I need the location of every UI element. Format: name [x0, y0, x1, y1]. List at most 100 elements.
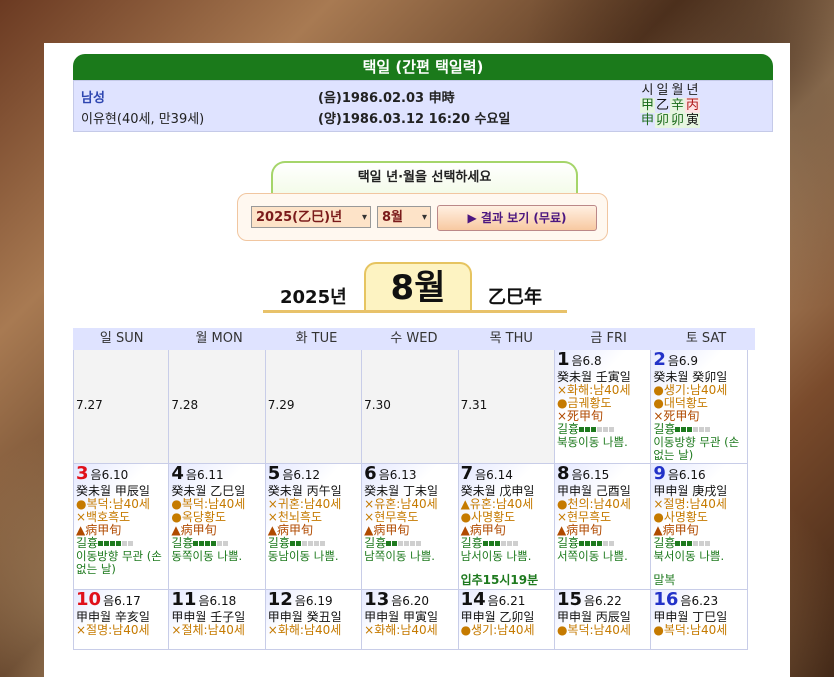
- grade-pip: [386, 541, 392, 546]
- calendar-day-cell[interactable]: 13 음6.20 甲申월 甲寅일 ×화해:남40세: [362, 590, 459, 650]
- grade-pip: [675, 427, 681, 432]
- solar-term: 입추15시19분: [460, 573, 539, 587]
- grade-pip: [307, 541, 313, 546]
- weekday-3: 수 WED: [390, 331, 438, 346]
- calendar-day-cell[interactable]: 10 음6.17 甲申월 辛亥일 ×절명:남40세: [73, 590, 170, 650]
- grade-pip: [699, 427, 705, 432]
- grade-pip: [488, 541, 494, 546]
- grade-pip: [579, 427, 585, 432]
- day-number: 14 음6.21: [460, 590, 526, 610]
- grade-pip: [705, 427, 711, 432]
- grade-pip: [211, 541, 217, 546]
- calendar-day-cell[interactable]: 14 음6.21 甲申월 乙卯일 ●생기:남40세: [458, 590, 555, 650]
- calendar-day-cell[interactable]: 6 음6.13 癸未월 丁未일 ×유혼:남40세 ×현무흑도 ▲病甲旬 길흉 남쪽이동 나쁨.: [362, 464, 459, 590]
- calendar-day-cell[interactable]: 12 음6.19 甲申월 癸丑일 ×화해:남40세: [265, 590, 363, 650]
- grade-pip: [609, 427, 615, 432]
- grade-pip: [193, 541, 199, 546]
- calendar-day-cell[interactable]: 15 음6.22 甲申월 丙辰일 ●복덕:남40세: [554, 590, 652, 650]
- calendar-cell-prev-month[interactable]: 7.27: [73, 350, 170, 464]
- grade-pip: [289, 541, 295, 546]
- calendar-cell-prev-month[interactable]: 7.30: [362, 350, 459, 464]
- calendar-day-cell[interactable]: 11 음6.18 甲申월 壬子일 ×절체:남40세: [169, 590, 266, 650]
- lunar-date: 음6.11: [185, 468, 224, 482]
- day-number: 4 음6.11: [171, 464, 224, 484]
- move-note: 북동이동 나쁨.: [556, 435, 628, 449]
- lunar-date: 음6.20: [391, 594, 429, 608]
- calendar-day-cell[interactable]: 1 음6.8 癸未월 壬寅일 ×화해:남40세 ●금궤황도 ×死甲旬 길흉 북동이동 나쁨.: [554, 350, 652, 464]
- selector-title: 택일 년·월을 선택하세요: [271, 161, 578, 195]
- pillar-stem: 乙: [655, 98, 669, 113]
- prev-month-date: 7.27: [76, 398, 103, 412]
- weekday-1: 월 MON: [195, 331, 243, 346]
- grade-pip: [500, 541, 506, 546]
- view-result-button[interactable]: ▶ 결과 보기 (무료): [437, 205, 597, 231]
- grade-pip: [585, 427, 591, 432]
- move-note: 남쪽이동 나쁨.: [364, 549, 435, 563]
- calendar-cell-prev-month[interactable]: 7.29: [265, 350, 363, 464]
- calendar-day-cell[interactable]: 5 음6.12 癸未월 丙午일 ×귀혼:남40세 ×천뇌흑도 ▲病甲旬 길흉 동남이동 나쁨.: [265, 464, 363, 590]
- day-number: 2 음6.9: [653, 350, 698, 370]
- calendar-grid: 일 SUN 월 MON 화 TUE 수 WED 목 THU 금 FRI 토 SAT 7.27…: [73, 328, 755, 650]
- chevron-down-icon: ▾: [421, 212, 427, 223]
- pillar-label: 일: [656, 83, 669, 98]
- fortune-line: ×화해:남40세: [267, 623, 342, 637]
- title-underline: [263, 310, 567, 313]
- lunar-date: 음6.15: [571, 468, 610, 482]
- move-note: 이동방향 무관 (손 없는 날): [653, 435, 740, 462]
- lunar-date: 음6.13: [378, 468, 417, 482]
- lunar-date: 음6.8: [571, 354, 602, 368]
- grade-pip: [579, 541, 585, 546]
- grade-label: 길흉: [76, 536, 99, 550]
- solar-birth: (양)1986.03.12 16:20 수요일: [318, 112, 511, 127]
- calendar-day-cell[interactable]: 4 음6.11 癸未월 乙巳일 ●복덕:남40세 ●옥당황도 ▲病甲旬 길흉 동쪽이동 나쁨.: [169, 464, 266, 590]
- grade-pip: [585, 541, 591, 546]
- grade-pip: [603, 541, 609, 546]
- calendar-day-cell[interactable]: 16 음6.23 甲申월 丁巳일 ●복덕:남40세: [651, 590, 748, 650]
- calendar-day-cell[interactable]: 3 음6.10 癸未월 甲辰일 ●복덕:남40세 ×백호흑도 ▲病甲旬 길흉 이동방향 무관 …: [73, 464, 170, 590]
- calendar-day-cell[interactable]: 8 음6.15 甲申월 己酉일 ●천의:남40세 ×현무흑도 ▲病甲旬 길흉 서쪽이동 나쁨.: [554, 464, 652, 590]
- month-select[interactable]: 8월 ▾: [377, 206, 431, 228]
- grade-pip: [681, 541, 687, 546]
- lunar-date: 음6.12: [282, 468, 321, 482]
- grade-pip: [597, 541, 603, 546]
- day-number: 1 음6.8: [556, 350, 602, 370]
- move-note: 동쪽이동 나쁨.: [171, 549, 243, 563]
- calendar-cell-prev-month[interactable]: 7.28: [169, 350, 266, 464]
- prev-month-date: 7.31: [460, 398, 488, 412]
- day-number: 15 음6.22: [556, 590, 622, 610]
- move-note: 남서이동 나쁨.: [460, 549, 532, 563]
- day-number: 12 음6.19: [267, 590, 333, 610]
- calendar-day-cell[interactable]: 7 음6.14 癸未월 戊申일 ▲유혼:남40세 ●사명황도 ▲病甲旬 길흉 남서이동 나쁨.…: [458, 464, 555, 590]
- weekday-4: 목 THU: [489, 331, 533, 346]
- prev-month-date: 7.30: [364, 398, 391, 412]
- grade-label: 길흉: [556, 536, 580, 550]
- year-select[interactable]: 2025(乙巳)년 ▾: [251, 206, 371, 228]
- calendar-cell-prev-month[interactable]: 7.31: [458, 350, 555, 464]
- gender-label: 남성: [81, 91, 105, 106]
- day-number: 7 음6.14: [460, 464, 513, 484]
- grade-pip: [110, 541, 116, 546]
- grade-pip: [597, 427, 603, 432]
- person-info: 남성 이유현(40세, 만39세) (음)1986.02.03 申時 (양)19…: [73, 80, 773, 132]
- grade-pip: [122, 541, 128, 546]
- pillar-branch: 申: [640, 113, 654, 128]
- calendar-day-cell[interactable]: 2 음6.9 癸未월 癸卯일 ●생기:남40세 ●대덕황도 ×死甲旬 길흉 이동방향 무관 (…: [651, 350, 748, 464]
- lunar-date: 음6.19: [294, 594, 333, 608]
- weekday-2: 화 TUE: [295, 331, 338, 346]
- pillar-stem: 甲: [640, 98, 655, 113]
- grade-pip: [116, 541, 122, 546]
- pillar-stem: 辛: [670, 98, 685, 113]
- grade-pip: [609, 541, 615, 546]
- day-number: 8 음6.15: [556, 464, 610, 484]
- pillar-branch: 寅: [685, 113, 700, 128]
- grade-pip: [98, 541, 104, 546]
- day-number: 5 음6.12: [267, 464, 321, 484]
- fortune-line: ×절명:남40세: [76, 623, 150, 637]
- pillar-label: 년: [686, 83, 699, 98]
- pillar-branch: 卯: [655, 113, 670, 128]
- calendar-day-cell[interactable]: 9 음6.16 甲申월 庚戌일 ×절명:남40세 ●사명황도 ▲病甲旬 길흉 북서이동 나쁨.…: [651, 464, 748, 590]
- pillar-branch: 卯: [670, 113, 685, 128]
- grade-pip: [313, 541, 319, 546]
- calendar-week: 7.27 7.28 7.29 7.30 7.31 1 음6.8 癸未월 壬寅일 ×화해:남40세…: [73, 350, 755, 464]
- day-number: 6 음6.13: [364, 464, 417, 484]
